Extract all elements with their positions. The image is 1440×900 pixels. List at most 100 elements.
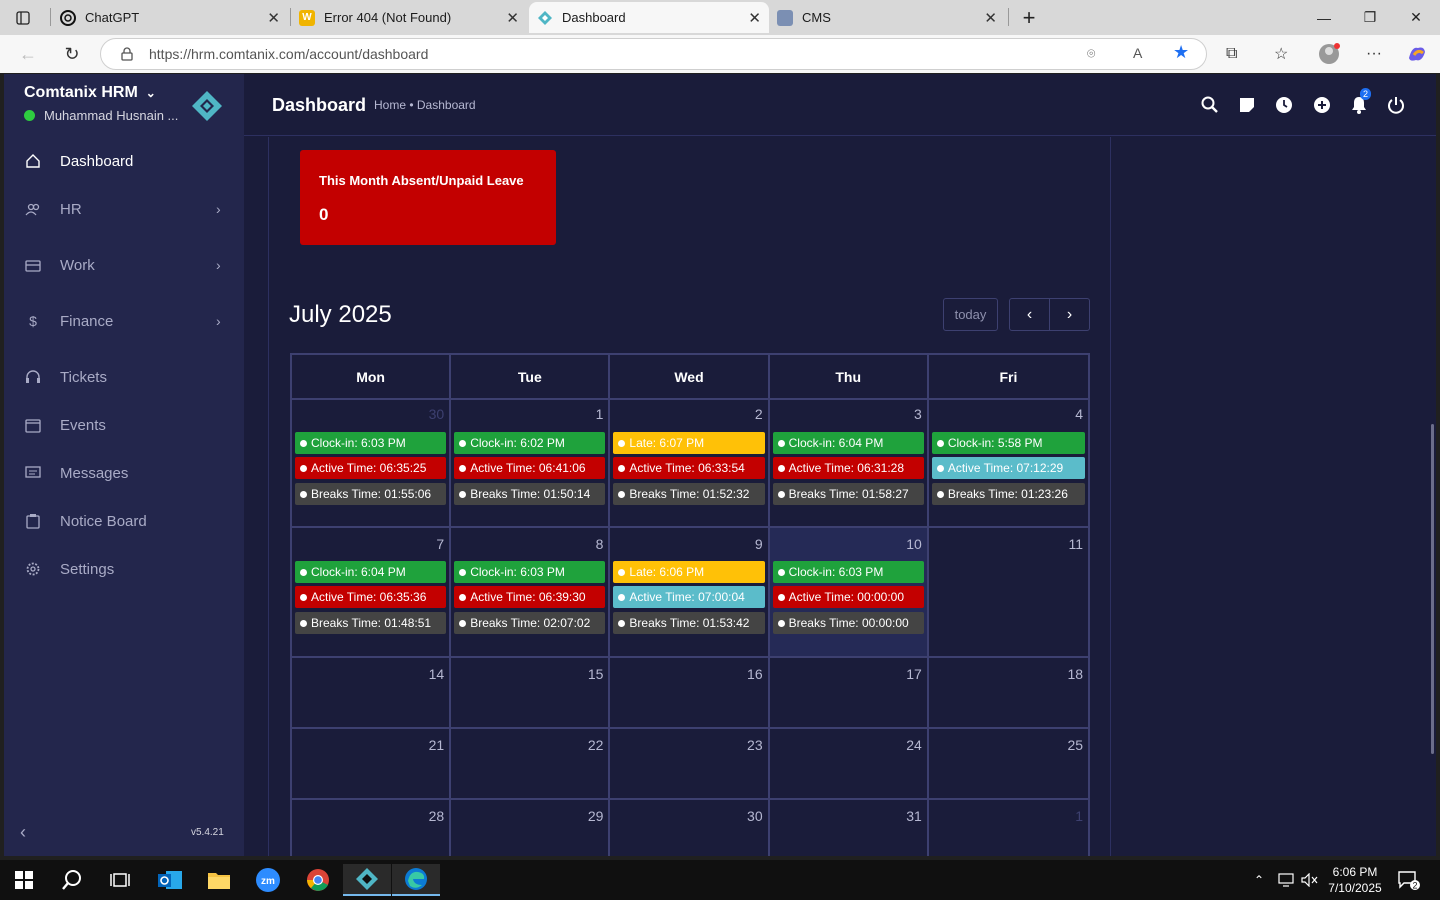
back-icon[interactable]: ← (14, 41, 42, 67)
file-explorer-icon[interactable] (195, 864, 243, 896)
calendar-day[interactable]: 15 (451, 658, 611, 727)
url-bar[interactable]: https://hrm.comtanix.com/account/dashboa… (100, 38, 1207, 70)
tab-error-404[interactable]: W Error 404 (Not Found) ✕ (291, 2, 527, 33)
active-time-event[interactable]: Active Time: 06:41:06 (454, 457, 606, 479)
windows-start-icon[interactable] (0, 864, 48, 896)
breaks-time-event[interactable]: Breaks Time: 00:00:00 (772, 612, 924, 634)
calendar-day[interactable]: 9 Late: 6:06 PM Active Time: 07:00:04 Br… (610, 528, 770, 656)
sidebar-item-work[interactable]: Work › (4, 245, 244, 285)
extensions-icon[interactable]: ⧉ (1226, 35, 1237, 73)
calendar-day[interactable]: 14 (292, 658, 452, 727)
outlook-icon[interactable] (146, 864, 194, 896)
breaks-time-event[interactable]: Breaks Time: 02:07:02 (454, 612, 606, 634)
sidebar-item-finance[interactable]: $ Finance › (4, 301, 244, 341)
tab-actions-icon[interactable] (0, 0, 46, 35)
active-time-event[interactable]: Active Time: 06:33:54 (613, 457, 765, 479)
calendar-day[interactable]: 23 (610, 729, 770, 798)
calendar-day[interactable]: 4 Clock-in: 5:58 PM Active Time: 07:12:2… (929, 398, 1088, 526)
hrm-app-icon[interactable] (343, 864, 391, 896)
clock-in-event[interactable]: Clock-in: 6:02 PM (454, 432, 606, 454)
tab-chatgpt[interactable]: ChatGPT ✕ (52, 2, 288, 33)
late-event[interactable]: Late: 6:07 PM (613, 432, 765, 454)
sidebar-item-notice-board[interactable]: Notice Board (4, 501, 244, 541)
copilot-icon[interactable] (1406, 35, 1428, 73)
calendar-day-today[interactable]: 10 Clock-in: 6:03 PM Active Time: 00:00:… (769, 528, 929, 656)
power-icon[interactable] (1385, 94, 1407, 116)
tab-dashboard[interactable]: Dashboard ✕ (529, 2, 769, 33)
calendar-day[interactable]: 16 (610, 658, 770, 727)
read-aloud-icon[interactable]: A (1133, 45, 1142, 61)
location-icon[interactable]: ⌾ (1087, 45, 1095, 62)
sidebar-item-messages[interactable]: Messages (4, 453, 244, 493)
volume-muted-icon[interactable] (1301, 860, 1319, 900)
calendar-day[interactable]: 30 Clock-in: 6:03 PM Active Time: 06:35:… (292, 398, 452, 526)
calendar-day[interactable]: 31 (770, 800, 929, 856)
tab-cms[interactable]: CMS ✕ (769, 2, 1005, 33)
calendar-day[interactable]: 11 (929, 528, 1088, 656)
task-view-icon[interactable] (96, 864, 144, 896)
collapse-sidebar-icon[interactable]: ‹ (20, 822, 26, 843)
today-button[interactable]: today (943, 298, 998, 331)
next-month-button[interactable]: › (1049, 298, 1090, 331)
favorite-star-icon[interactable]: ★ (1173, 42, 1189, 63)
clock-in-event[interactable]: Clock-in: 6:04 PM (772, 432, 924, 454)
chrome-icon[interactable] (294, 864, 342, 896)
add-icon[interactable] (1311, 94, 1333, 116)
new-tab-icon[interactable]: + (1006, 0, 1052, 35)
calendar-day[interactable]: 2 Late: 6:07 PM Active Time: 06:33:54 Br… (610, 398, 770, 526)
close-tab-icon[interactable]: ✕ (748, 9, 761, 27)
network-icon[interactable] (1278, 860, 1296, 900)
refresh-icon[interactable]: ↻ (58, 41, 86, 67)
notification-bell-icon[interactable]: 2 (1348, 88, 1372, 116)
calendar-day[interactable]: 30 (610, 800, 770, 856)
breaks-time-event[interactable]: Breaks Time: 01:53:42 (613, 612, 765, 634)
calendar-day[interactable]: 24 (770, 729, 929, 798)
prev-month-button[interactable]: ‹ (1009, 298, 1050, 331)
calendar-day[interactable]: 21 (292, 729, 452, 798)
calendar-day[interactable]: 7 Clock-in: 6:04 PM Active Time: 06:35:3… (292, 528, 452, 656)
favorites-icon[interactable]: ☆ (1274, 35, 1288, 73)
close-window-icon[interactable]: ✕ (1393, 0, 1439, 35)
calendar-day[interactable]: 28 (292, 800, 452, 856)
restore-icon[interactable]: ❐ (1347, 0, 1393, 35)
clock-in-event[interactable]: Clock-in: 6:03 PM (295, 432, 447, 454)
clock-in-event[interactable]: Clock-in: 6:03 PM (454, 561, 606, 583)
sidebar-item-tickets[interactable]: Tickets (4, 357, 244, 397)
notification-center-icon[interactable]: 2 (1398, 860, 1420, 900)
active-time-event[interactable]: Active Time: 06:35:25 (295, 457, 447, 479)
active-time-event[interactable]: Active Time: 07:12:29 (931, 457, 1086, 479)
close-tab-icon[interactable]: ✕ (267, 9, 280, 27)
page-scrollbar[interactable] (1431, 424, 1434, 754)
clock-in-event[interactable]: Clock-in: 6:04 PM (295, 561, 447, 583)
active-time-event[interactable]: Active Time: 07:00:04 (613, 586, 765, 608)
close-tab-icon[interactable]: ✕ (506, 9, 519, 27)
active-time-event[interactable]: Active Time: 06:31:28 (772, 457, 924, 479)
clock-in-event[interactable]: Clock-in: 5:58 PM (931, 432, 1086, 454)
sidebar-item-settings[interactable]: Settings (4, 549, 244, 589)
calendar-day[interactable]: 22 (451, 729, 611, 798)
brand-dropdown[interactable]: Comtanix HRM ⌄ (24, 84, 156, 102)
breaks-time-event[interactable]: Breaks Time: 01:50:14 (454, 483, 606, 505)
more-icon[interactable]: ··· (1366, 35, 1382, 73)
system-clock[interactable]: 6:06 PM 7/10/2025 (1320, 864, 1390, 896)
sidebar-item-events[interactable]: Events (4, 405, 244, 445)
minimize-icon[interactable]: — (1301, 0, 1347, 35)
chevron-up-icon[interactable]: ⌃ (1254, 860, 1264, 900)
close-tab-icon[interactable]: ✕ (984, 9, 997, 27)
search-icon[interactable] (1199, 94, 1221, 116)
edge-icon[interactable] (392, 864, 440, 896)
late-event[interactable]: Late: 6:06 PM (613, 561, 765, 583)
search-icon[interactable] (48, 864, 96, 896)
breaks-time-event[interactable]: Breaks Time: 01:23:26 (931, 483, 1086, 505)
breaks-time-event[interactable]: Breaks Time: 01:48:51 (295, 612, 447, 634)
calendar-day[interactable]: 29 (451, 800, 611, 856)
clock-icon[interactable] (1273, 94, 1295, 116)
sidebar-item-hr[interactable]: HR › (4, 189, 244, 229)
profile-avatar[interactable] (1318, 35, 1340, 73)
breaks-time-event[interactable]: Breaks Time: 01:52:32 (613, 483, 765, 505)
zoom-icon[interactable]: zm (244, 864, 292, 896)
active-time-event[interactable]: Active Time: 06:35:36 (295, 586, 447, 608)
clock-in-event[interactable]: Clock-in: 6:03 PM (772, 561, 924, 583)
active-time-event[interactable]: Active Time: 00:00:00 (772, 586, 924, 608)
calendar-day[interactable]: 1 Clock-in: 6:02 PM Active Time: 06:41:0… (451, 398, 611, 526)
